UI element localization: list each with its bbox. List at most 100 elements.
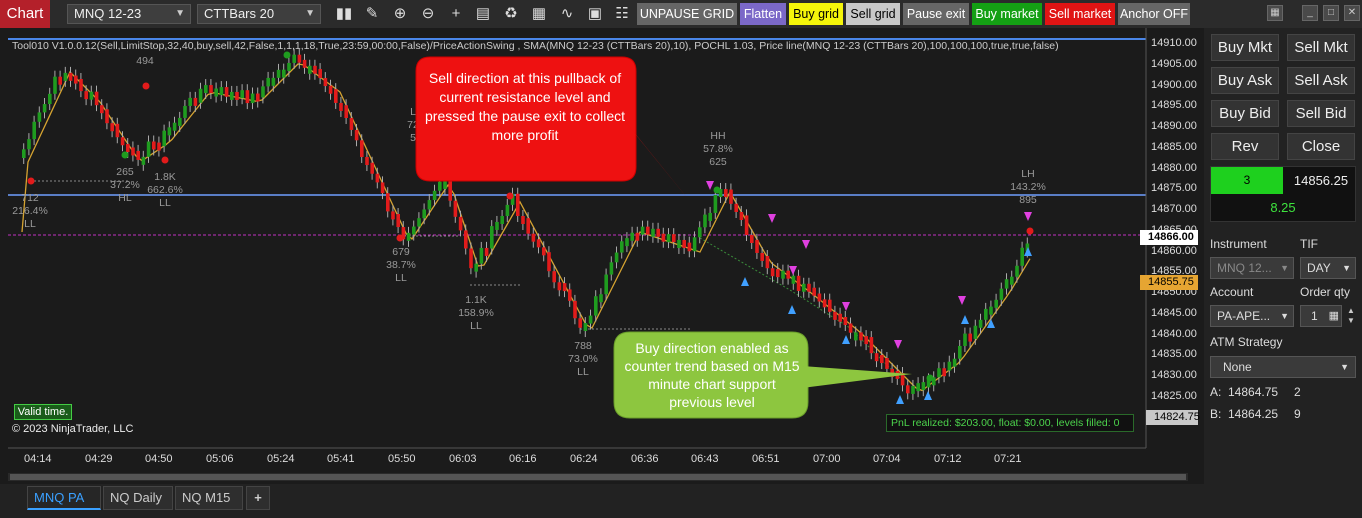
sell-mkt-button[interactable]: Sell Mkt (1287, 34, 1355, 61)
swing-label-line: 662.6% (147, 184, 183, 196)
tif-dropdown[interactable]: DAY ▼ (1300, 257, 1356, 279)
tif-dropdown-value: DAY (1307, 261, 1331, 275)
candle-body (1020, 247, 1024, 266)
sell-grid-button[interactable]: Sell grid (846, 3, 900, 25)
buy-ask-button[interactable]: Buy Ask (1211, 67, 1279, 94)
buy-market-button[interactable]: Buy market (972, 3, 1042, 25)
candle-body (942, 368, 946, 377)
crosshair-icon[interactable]: + (446, 4, 466, 24)
account-label: Account (1210, 285, 1254, 299)
candle-body (188, 97, 192, 106)
close-position-button[interactable]: Close (1287, 133, 1355, 160)
candle-body (58, 76, 62, 85)
price-axis-label: 14825.00 (1151, 389, 1197, 402)
maximize-icon[interactable]: □ (1323, 5, 1339, 21)
sell-arrow-icon (1024, 212, 1032, 221)
avg-price-tag: 14855.75 (1140, 275, 1198, 290)
screenshot-icon[interactable]: ▣ (585, 4, 605, 24)
candle-body (287, 62, 291, 71)
unpause-grid-button[interactable]: UNPAUSE GRID (637, 3, 737, 25)
candle-body (744, 215, 749, 235)
reverse-button[interactable]: Rev (1211, 133, 1279, 160)
buy-bid-button[interactable]: Buy Bid (1211, 100, 1279, 127)
time-axis[interactable]: 04:14 04:29 04:50 05:06 05:24 05:41 05:50 06:03… (0, 450, 1146, 470)
qty-spinner-icon[interactable]: ▲ ▼ (1345, 306, 1357, 326)
tab-mnq-pa[interactable]: MNQ PA (27, 486, 101, 510)
sell-ask-button[interactable]: Sell Ask (1287, 67, 1355, 94)
time-axis-label: 06:16 (509, 453, 537, 465)
buy-mkt-button[interactable]: Buy Mkt (1211, 34, 1279, 61)
flatten-button[interactable]: Flatten (740, 3, 786, 25)
strategies-icon[interactable]: ♻ (501, 4, 521, 24)
candle-body (469, 248, 473, 269)
candle-body (630, 232, 634, 241)
candle-body (989, 306, 993, 315)
swing-label-line: LL (577, 366, 589, 378)
pause-exit-button[interactable]: Pause exit (903, 3, 969, 25)
qty-grid-icon[interactable]: ▦ (1329, 306, 1339, 326)
candle-body (656, 228, 660, 237)
minimize-icon[interactable]: _ (1302, 5, 1318, 21)
instrument-selector[interactable]: MNQ 12-23 ▼ (67, 4, 191, 24)
price-axis-label: 14910.00 (1151, 37, 1197, 49)
candle-body (162, 130, 166, 147)
candle-body (354, 129, 359, 141)
candle-body (209, 85, 213, 94)
position-pnl: 8.25 (1270, 200, 1296, 215)
chevron-down-icon: ▼ (1280, 263, 1289, 273)
indicators-icon[interactable]: ∿ (557, 4, 577, 24)
instrument-dropdown[interactable]: MNQ 12... ▼ (1210, 257, 1294, 279)
candle-body (817, 293, 822, 302)
candle-body (677, 239, 681, 248)
swing-point-dot (396, 234, 404, 242)
candle-body (822, 299, 827, 308)
candle-body (557, 282, 562, 291)
bars-icon[interactable]: ▮▮ (334, 4, 354, 24)
tab-nq-daily[interactable]: NQ Daily (103, 486, 173, 510)
candle-body (500, 216, 504, 225)
pencil-icon[interactable]: ✎ (362, 4, 382, 24)
candle-body (172, 122, 177, 131)
anchor-off-button[interactable]: Anchor OFF (1118, 3, 1190, 25)
candle-body (297, 54, 302, 63)
price-axis-label: 14830.00 (1151, 369, 1197, 381)
candle-body (552, 271, 556, 283)
candle-body (833, 311, 837, 320)
candle-body (614, 252, 619, 263)
templates-icon[interactable]: ☷ (612, 4, 632, 24)
add-tab-button[interactable]: + (246, 486, 270, 510)
bartype-selector[interactable]: CTTBars 20 ▼ (197, 4, 321, 24)
zoom-in-icon[interactable]: ⊕ (390, 4, 410, 24)
candle-body (568, 289, 572, 301)
candle-body (370, 162, 374, 174)
candle-body (245, 90, 250, 104)
buy-arrow-icon (741, 277, 749, 286)
candle-body (37, 112, 42, 122)
candle-body (604, 274, 608, 295)
sell-market-button[interactable]: Sell market (1045, 3, 1115, 25)
price-axis[interactable]: 14910.00 14905.00 14900.00 14895.00 14890.00… (1146, 28, 1204, 468)
candle-body (214, 88, 218, 97)
swing-label-line: LL (395, 272, 407, 284)
close-icon[interactable]: ✕ (1344, 5, 1360, 21)
properties-icon[interactable]: ▤ (473, 4, 493, 24)
sell-bid-button[interactable]: Sell Bid (1287, 100, 1355, 127)
account-dropdown[interactable]: PA-APE... ▼ (1210, 305, 1294, 327)
swing-point-dot (142, 82, 150, 90)
tab-nq-m15[interactable]: NQ M15 (175, 486, 243, 510)
scrollbar-thumb[interactable] (10, 474, 1186, 480)
candle-body (594, 296, 598, 316)
atm-strategy-dropdown[interactable]: None ▼ (1210, 356, 1356, 378)
indicator-legend: Tool010 V1.0.0.12(Sell,LimitStop,32,40,b… (12, 40, 1059, 52)
price-axis-label: 14885.00 (1151, 140, 1197, 153)
candle-body (573, 300, 577, 319)
bid-price: 14864.25 (1228, 407, 1279, 421)
data-box-icon[interactable]: ▦ (529, 4, 549, 24)
zoom-out-icon[interactable]: ⊖ (418, 4, 438, 24)
time-axis-label: 06:03 (449, 453, 477, 465)
order-qty-input[interactable]: 1 ▦ (1300, 305, 1342, 327)
candle-body (100, 105, 104, 114)
time-axis-label: 04:50 (145, 453, 173, 465)
grid-icon[interactable]: ▦ (1267, 5, 1283, 21)
buy-grid-button[interactable]: Buy grid (789, 3, 843, 25)
